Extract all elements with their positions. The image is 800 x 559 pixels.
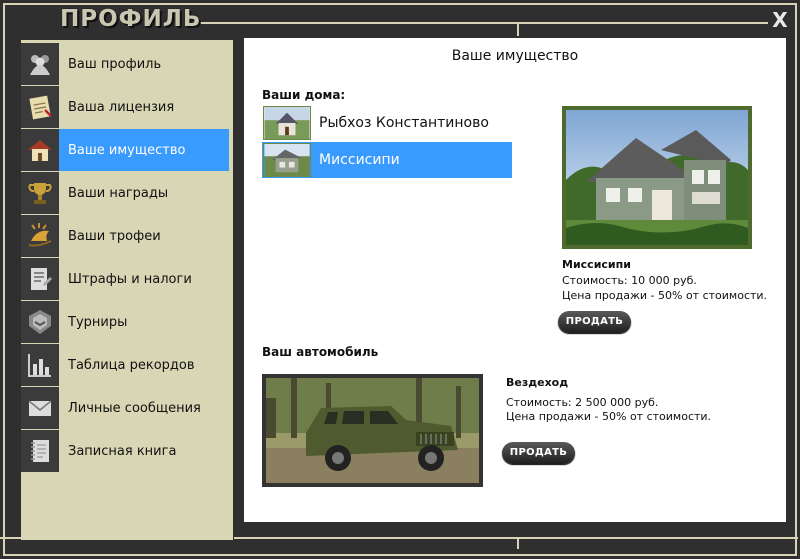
sidebar-item-label: Ваше имущество — [68, 142, 186, 158]
sidebar-item-fines[interactable]: Штрафы и налоги — [21, 258, 229, 300]
decor-line-top-tick — [517, 22, 519, 36]
close-button[interactable]: X — [770, 10, 790, 30]
house-photo — [562, 106, 752, 249]
sidebar-item-profile[interactable]: Ваш профиль — [21, 43, 229, 85]
car-cost: Стоимость: 2 500 000 руб. — [506, 396, 659, 409]
house-thumbnail — [263, 143, 311, 177]
users-icon — [21, 43, 59, 85]
house-row-2[interactable]: Миссисипи — [262, 142, 512, 178]
sell-house-button[interactable]: ПРОДАТЬ — [558, 311, 631, 333]
decor-line-bottom-tick — [517, 537, 519, 549]
car-photo — [262, 374, 483, 487]
sidebar-item-label: Записная книга — [68, 443, 177, 459]
sidebar-item-label: Ваша лицензия — [68, 99, 175, 115]
sidebar-item-label: Ваши награды — [68, 185, 169, 201]
sidebar-item-messages[interactable]: Личные сообщения — [21, 387, 229, 429]
house-icon — [21, 129, 59, 171]
sidebar-item-license[interactable]: Ваша лицензия — [21, 86, 229, 128]
house-cost: Стоимость: 10 000 руб. — [562, 274, 697, 287]
car-name: Вездеход — [506, 376, 569, 389]
sidebar-item-awards[interactable]: Ваши награды — [21, 172, 229, 214]
hunting-trophy-icon — [21, 215, 59, 257]
sidebar-item-label: Личные сообщения — [68, 400, 201, 416]
sidebar-item-label: Турниры — [68, 314, 128, 330]
house-name: Рыбхоз Константиново — [319, 115, 489, 131]
sell-car-button[interactable]: ПРОДАТЬ — [502, 442, 575, 464]
decor-line-bottom — [234, 537, 798, 539]
emblem-icon — [21, 301, 59, 343]
house-info-name: Миссисипи — [562, 258, 631, 271]
sidebar-item-notebook[interactable]: Записная книга — [21, 430, 229, 472]
house-thumbnail — [263, 106, 311, 140]
panel-title: Ваше имущество — [451, 48, 579, 64]
license-icon — [21, 86, 59, 128]
car-label: Ваш автомобиль — [262, 345, 379, 359]
notebook-icon — [21, 430, 59, 472]
decor-line-top — [196, 22, 768, 24]
window-title: ПРОФИЛЬ — [60, 6, 202, 32]
sidebar-item-label: Ваш профиль — [68, 56, 162, 72]
houses-label: Ваши дома: — [262, 88, 346, 102]
sidebar-item-records[interactable]: Таблица рекордов — [21, 344, 229, 386]
house-row-1[interactable]: Рыбхоз Константиново — [262, 105, 512, 141]
property-panel: Ваше имущество Ваши дома: Рыбхоз Констан… — [244, 38, 786, 522]
close-icon: X — [772, 8, 788, 32]
sidebar-item-label: Ваши трофеи — [68, 228, 161, 244]
envelope-icon — [21, 387, 59, 429]
sidebar-item-label: Штрафы и налоги — [68, 271, 192, 287]
sidebar-item-property[interactable]: Ваше имущество — [21, 129, 229, 171]
document-icon — [21, 258, 59, 300]
sidebar-item-trophies[interactable]: Ваши трофеи — [21, 215, 229, 257]
sidebar-item-tournaments[interactable]: Турниры — [21, 301, 229, 343]
bar-chart-icon — [21, 344, 59, 386]
car-sale-price: Цена продажи - 50% от стоимости. — [506, 410, 712, 423]
sidebar-item-label: Таблица рекордов — [68, 357, 195, 373]
trophy-icon — [21, 172, 59, 214]
house-name: Миссисипи — [319, 152, 400, 168]
house-sale-price: Цена продажи - 50% от стоимости. — [562, 289, 768, 302]
sidebar: Ваш профиль Ваша лицензия Ваше имущество… — [21, 40, 233, 540]
